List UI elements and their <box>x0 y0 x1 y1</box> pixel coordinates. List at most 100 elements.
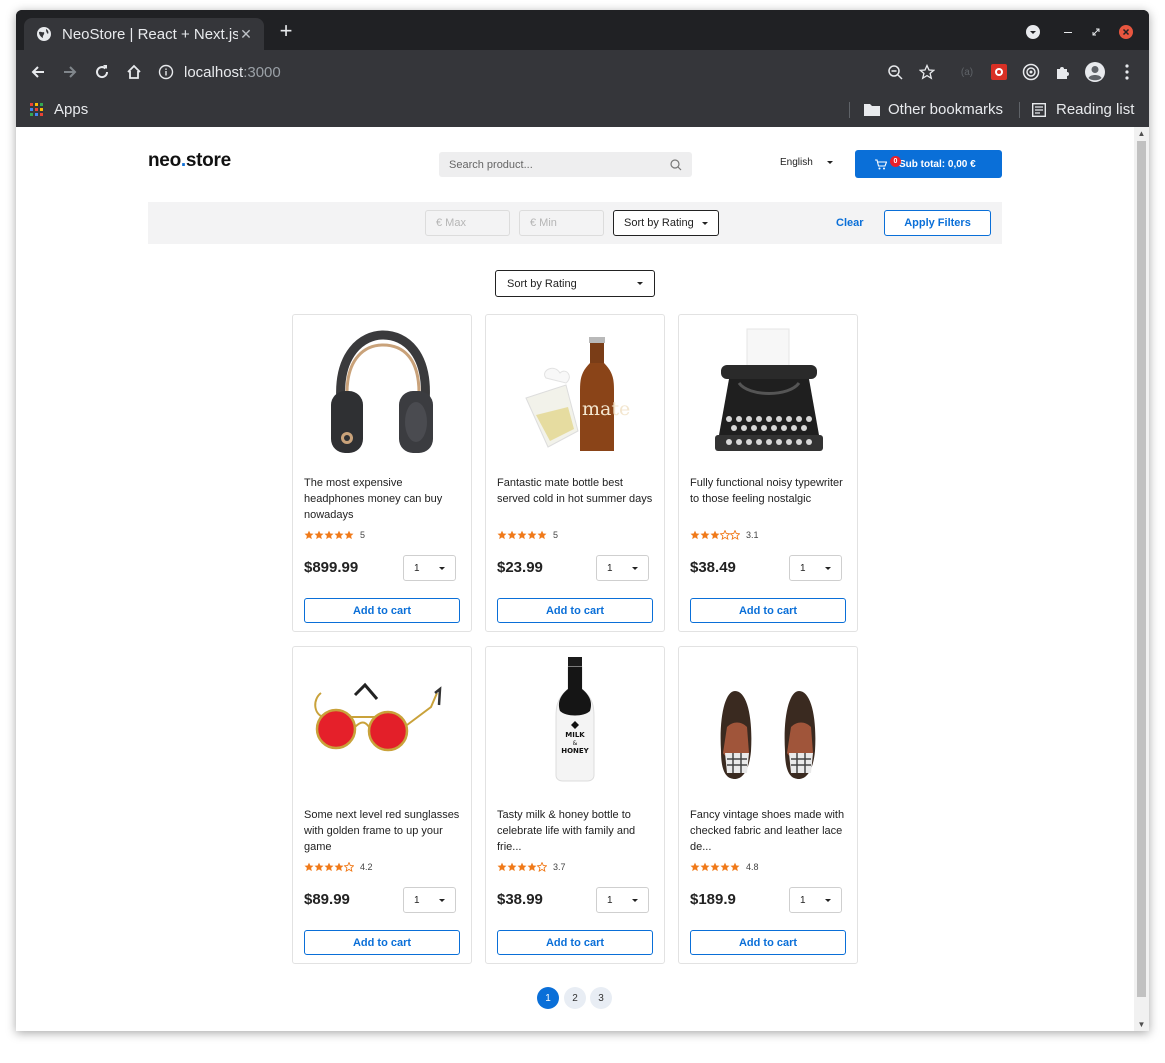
star-icon <box>497 530 507 540</box>
minimize-icon[interactable] <box>1062 22 1074 42</box>
quantity-select[interactable]: 1 <box>789 555 842 581</box>
clear-filters-button[interactable]: Clear <box>836 217 864 229</box>
product-rating: 4.2 <box>304 862 373 872</box>
address-bar[interactable]: localhost:3000 <box>158 58 918 86</box>
extension-b-icon[interactable] <box>987 60 1011 84</box>
quantity-select[interactable]: 1 <box>596 555 649 581</box>
star-icon <box>690 530 700 540</box>
add-to-cart-button[interactable]: Add to cart <box>304 930 460 955</box>
profile-avatar-icon[interactable] <box>1083 60 1107 84</box>
page-3-button[interactable]: 3 <box>590 987 612 1009</box>
add-to-cart-button[interactable]: Add to cart <box>497 598 653 623</box>
reading-list-label: Reading list <box>1056 101 1135 118</box>
search-input[interactable]: Search product... <box>439 152 692 177</box>
extensions-puzzle-icon[interactable] <box>1051 60 1075 84</box>
add-to-cart-button[interactable]: Add to cart <box>497 930 653 955</box>
chevron-down-icon <box>702 221 708 225</box>
product-card-mate[interactable]: mate Fantastic mate bottle best served c… <box>485 314 665 632</box>
min-price-input[interactable]: € Min <box>519 210 604 236</box>
reading-list[interactable]: Reading list <box>1032 101 1134 118</box>
back-icon[interactable] <box>26 60 50 84</box>
add-to-cart-button[interactable]: Add to cart <box>304 598 460 623</box>
search-icon[interactable] <box>670 158 682 171</box>
page-scrollbar[interactable]: ▲ ▼ <box>1134 127 1149 1031</box>
product-rating: 5 <box>304 530 365 540</box>
product-description[interactable]: Tasty milk & honey bottle to celebrate l… <box>497 807 657 855</box>
product-description[interactable]: Fantastic mate bottle best served cold i… <box>497 475 657 507</box>
cart-count-badge: 0 <box>890 156 901 167</box>
star-icon <box>324 530 334 540</box>
product-price: $89.99 <box>304 891 350 908</box>
chevron-down-icon <box>632 898 638 902</box>
extension-a-icon[interactable]: (a) <box>955 60 979 84</box>
page-1-button[interactable]: 1 <box>537 987 559 1009</box>
sort-select-label: Sort by Rating <box>507 277 577 290</box>
tab-strip: NeoStore | React + Next.js ✕ + <box>16 10 1149 50</box>
browser-tab[interactable]: NeoStore | React + Next.js ✕ <box>24 18 264 50</box>
product-card-sunglasses[interactable]: Some next level red sunglasses with gold… <box>292 646 472 964</box>
quantity-select[interactable]: 1 <box>596 887 649 913</box>
star-icon <box>700 530 710 540</box>
quantity-select[interactable]: 1 <box>403 887 456 913</box>
cart-button[interactable]: 0 Sub total: 0,00 € <box>855 150 1002 178</box>
product-price: $38.49 <box>690 559 736 576</box>
quantity-select[interactable]: 1 <box>789 887 842 913</box>
product-description[interactable]: The most expensive headphones money can … <box>304 475 464 523</box>
tab-search-icon[interactable] <box>1026 22 1040 42</box>
max-price-input[interactable]: € Max <box>425 210 510 236</box>
globe-icon <box>37 27 51 41</box>
bookmark-star-icon[interactable] <box>915 60 939 84</box>
apps-grid-icon <box>30 102 43 116</box>
filter-sort-select[interactable]: Sort by Rating <box>613 210 719 236</box>
vintage-shoes-image[interactable] <box>689 655 847 797</box>
product-card-shoes[interactable]: Fancy vintage shoes made with checked fa… <box>678 646 858 964</box>
product-price: $23.99 <box>497 559 543 576</box>
add-to-cart-button[interactable]: Add to cart <box>690 598 846 623</box>
scroll-down-icon[interactable]: ▼ <box>1137 1020 1146 1029</box>
milk-honey-bottle-image[interactable]: MILK & HONEY <box>496 655 654 797</box>
product-card-typewriter[interactable]: Fully functional noisy typewriter to tho… <box>678 314 858 632</box>
quantity-value: 1 <box>414 562 420 574</box>
quantity-value: 1 <box>607 562 613 574</box>
mate-bottle-image[interactable]: mate <box>496 323 654 465</box>
product-card-headphones[interactable]: The most expensive headphones money can … <box>292 314 472 632</box>
reload-icon[interactable] <box>90 60 114 84</box>
rating-value: 4.2 <box>360 862 373 872</box>
close-tab-icon[interactable]: ✕ <box>238 26 254 43</box>
bookmarks-bar: Apps Other bookmarks Reading list <box>16 93 1149 127</box>
menu-kebab-icon[interactable] <box>1115 60 1139 84</box>
info-icon[interactable] <box>158 64 174 80</box>
folder-icon <box>864 104 880 116</box>
star-icon <box>517 530 527 540</box>
apply-filters-button[interactable]: Apply Filters <box>884 210 991 236</box>
product-description[interactable]: Fancy vintage shoes made with checked fa… <box>690 807 850 855</box>
rating-stars <box>690 530 740 540</box>
site-logo[interactable]: neo.store <box>148 150 231 172</box>
language-select[interactable]: English <box>780 157 833 168</box>
restore-icon[interactable] <box>1090 22 1102 42</box>
product-card-milk-honey[interactable]: MILK & HONEY Tasty milk & honey bottle t… <box>485 646 665 964</box>
product-rating: 5 <box>497 530 558 540</box>
other-bookmarks[interactable]: Other bookmarks <box>864 101 1003 118</box>
product-description[interactable]: Fully functional noisy typewriter to tho… <box>690 475 850 507</box>
scrollbar-thumb[interactable] <box>1137 141 1146 997</box>
quantity-select[interactable]: 1 <box>403 555 456 581</box>
forward-icon[interactable] <box>58 60 82 84</box>
product-description[interactable]: Some next level red sunglasses with gold… <box>304 807 464 855</box>
zoom-icon[interactable] <box>883 60 907 84</box>
page-2-button[interactable]: 2 <box>564 987 586 1009</box>
close-window-icon[interactable] <box>1119 22 1133 42</box>
cart-subtotal: Sub total: 0,00 € <box>899 158 976 170</box>
home-icon[interactable] <box>122 60 146 84</box>
apps-label: Apps <box>54 101 89 118</box>
extension-c-icon[interactable] <box>1019 60 1043 84</box>
headphones-image[interactable] <box>303 323 461 465</box>
new-tab-icon[interactable]: + <box>276 20 296 42</box>
star-icon <box>527 530 537 540</box>
apps-bookmark[interactable]: Apps <box>30 101 88 118</box>
add-to-cart-button[interactable]: Add to cart <box>690 930 846 955</box>
typewriter-image[interactable] <box>689 323 847 465</box>
scroll-up-icon[interactable]: ▲ <box>1137 129 1146 138</box>
sort-select[interactable]: Sort by Rating <box>495 270 655 297</box>
sunglasses-image[interactable] <box>303 655 461 797</box>
